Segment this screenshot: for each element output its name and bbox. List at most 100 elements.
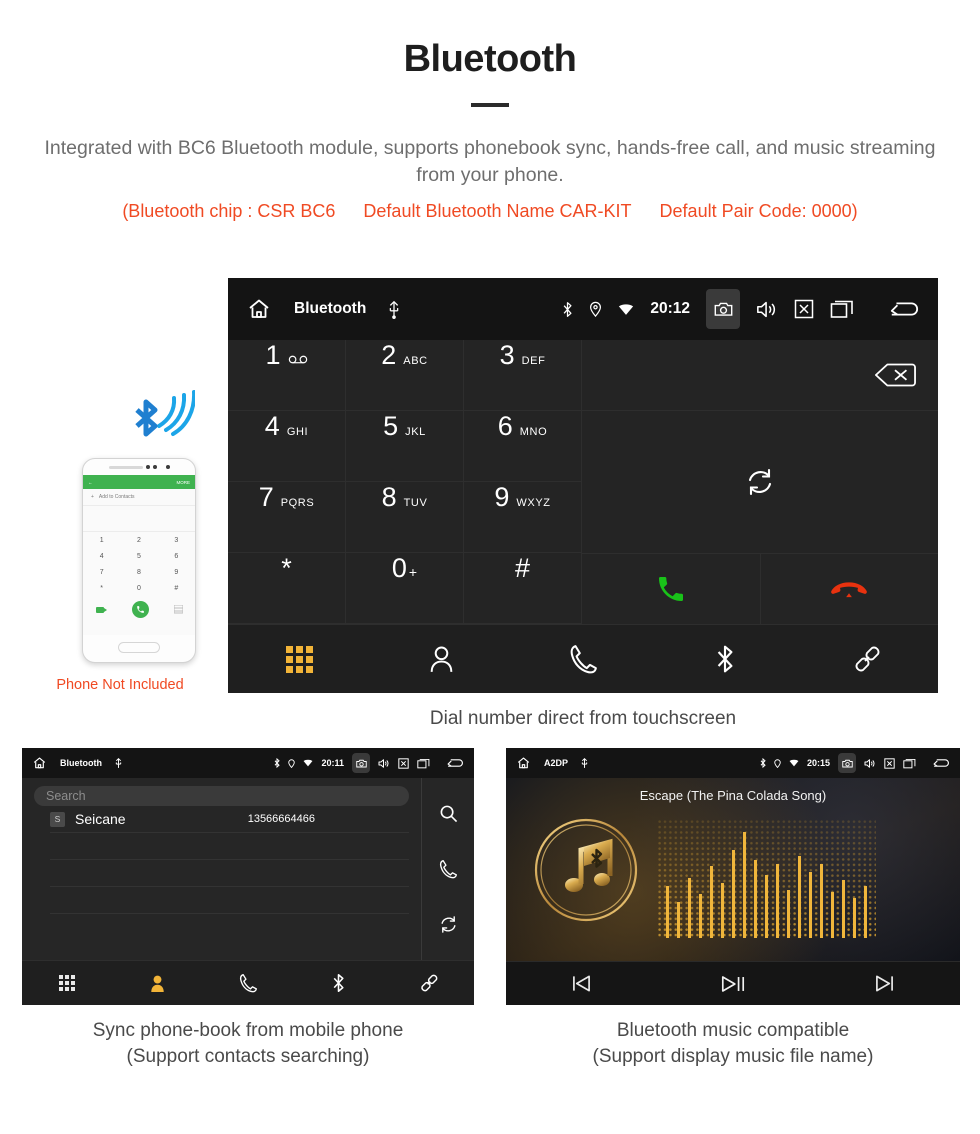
nav-keypad[interactable] (22, 974, 112, 992)
key-5[interactable]: 5 JKL (346, 411, 464, 482)
camera-icon[interactable] (706, 289, 740, 329)
dialer-actions (582, 340, 938, 624)
volume-icon[interactable] (378, 758, 390, 769)
call-button[interactable] (582, 554, 761, 624)
search-icon[interactable] (439, 804, 458, 823)
voicemail-icon (288, 355, 308, 364)
volume-icon[interactable] (864, 758, 876, 769)
title-divider (471, 103, 509, 107)
key-8[interactable]: 8 TUV (346, 482, 464, 553)
key-digit: 6 (497, 411, 513, 441)
plus-icon: + (91, 494, 94, 500)
camera-icon[interactable] (838, 753, 856, 773)
back-arrow-icon: ← (88, 479, 93, 485)
phone-screen: ← MORE + Add to Contacts 1 2 3 4 5 6 7 8 (83, 475, 195, 635)
key-7[interactable]: 7 PQRS (228, 482, 346, 553)
end-call-button[interactable] (761, 554, 939, 624)
backspace-icon[interactable] (874, 362, 916, 388)
phone-not-included-note: Phone Not Included (56, 677, 184, 693)
volume-icon[interactable] (756, 300, 778, 319)
camera-icon[interactable] (352, 753, 370, 773)
key-digit: # (514, 553, 531, 583)
table-row[interactable]: S Seicane 13566664466 (50, 806, 409, 833)
contacts-title: Bluetooth (60, 758, 102, 768)
dialer-caption: Dial number direct from touchscreen (429, 708, 737, 729)
call-log-icon[interactable] (439, 859, 457, 879)
nav-contacts[interactable] (370, 645, 512, 674)
close-box-icon[interactable] (398, 757, 409, 769)
key-letters: MNO (519, 426, 548, 438)
music-body: Escape (The Pina Colada Song) (506, 778, 960, 961)
phone-more-icon (173, 604, 183, 615)
phone-key: * (100, 584, 104, 592)
wifi-icon (789, 759, 799, 767)
sensor-dot (152, 465, 157, 469)
nav-contacts[interactable] (112, 974, 202, 993)
phone-key: 8 (137, 568, 141, 576)
sync-icon[interactable] (439, 915, 458, 934)
wifi-icon (303, 759, 313, 767)
phone-key: 0 (137, 584, 141, 592)
dialer-body: 1 2 ABC 3 DEF 4 GHI 5 JKL 6 MNO 7 PQRS 8… (228, 340, 938, 624)
page-subtitle: Integrated with BC6 Bluetooth module, su… (44, 137, 936, 186)
nav-pair-link[interactable] (384, 973, 474, 993)
contacts-icon (149, 974, 166, 993)
phone-key: 1 (99, 536, 104, 544)
next-track-button[interactable] (809, 974, 960, 993)
play-pause-button[interactable] (657, 974, 808, 994)
key-letters: WXYZ (516, 497, 551, 509)
music-caption: Bluetooth music compatible (Support disp… (506, 1018, 960, 1070)
nav-bluetooth[interactable] (654, 644, 796, 674)
key-hash[interactable]: # (464, 553, 582, 624)
front-camera-dot (165, 465, 170, 469)
nav-pair-link[interactable] (796, 644, 938, 674)
next-track-icon (874, 974, 895, 993)
call-log-icon (569, 644, 597, 674)
dialer-statusbar: Bluetooth 20:12 (228, 278, 938, 340)
phonebook-screen: Bluetooth 20:11 Search S Seicane 1356666… (22, 748, 474, 1005)
key-4[interactable]: 4 GHI (228, 411, 346, 482)
contacts-body: Search S Seicane 13566664466 (22, 778, 474, 960)
phone-key: 5 (137, 552, 141, 560)
statusbar-right: 20:15 (760, 753, 950, 773)
contacts-clock: 20:11 (321, 758, 344, 768)
home-icon[interactable] (246, 297, 272, 321)
recents-icon[interactable] (417, 758, 430, 769)
key-letters: ABC (403, 355, 428, 367)
nav-bluetooth[interactable] (293, 973, 383, 993)
previous-track-icon (571, 974, 592, 993)
call-log-icon (239, 973, 258, 993)
table-row (50, 887, 409, 914)
key-3[interactable]: 3 DEF (464, 340, 582, 411)
home-icon[interactable] (32, 756, 47, 770)
phone-keypad: 1 2 3 4 5 6 7 8 9 * 0 # (83, 532, 195, 596)
key-digit: 7 (258, 482, 274, 512)
sync-icon[interactable] (745, 467, 775, 497)
key-6[interactable]: 6 MNO (464, 411, 582, 482)
back-icon[interactable] (888, 298, 920, 320)
back-icon[interactable] (932, 757, 950, 769)
close-box-icon[interactable] (794, 299, 814, 319)
location-icon (774, 758, 781, 768)
nav-call-log[interactable] (512, 644, 654, 674)
key-0[interactable]: 0 + (346, 553, 464, 624)
key-digit: 3 (499, 340, 515, 370)
nav-keypad[interactable] (228, 646, 370, 673)
key-2[interactable]: 2 ABC (346, 340, 464, 411)
contacts-caption-line2: (Support contacts searching) (126, 1046, 370, 1067)
close-box-icon[interactable] (884, 757, 895, 769)
phone-key: # (174, 584, 179, 592)
recents-icon[interactable] (830, 299, 854, 319)
dialer-title: Bluetooth (294, 300, 367, 317)
nav-call-log[interactable] (203, 973, 293, 993)
contact-name: Seicane (75, 811, 126, 827)
search-input[interactable]: Search (34, 786, 409, 806)
avatar: S (50, 811, 65, 827)
key-star[interactable]: * (228, 553, 346, 624)
previous-track-button[interactable] (506, 974, 657, 993)
key-1[interactable]: 1 (228, 340, 346, 411)
recents-icon[interactable] (903, 758, 916, 769)
back-icon[interactable] (446, 757, 464, 769)
home-icon[interactable] (516, 756, 531, 770)
key-9[interactable]: 9 WXYZ (464, 482, 582, 553)
